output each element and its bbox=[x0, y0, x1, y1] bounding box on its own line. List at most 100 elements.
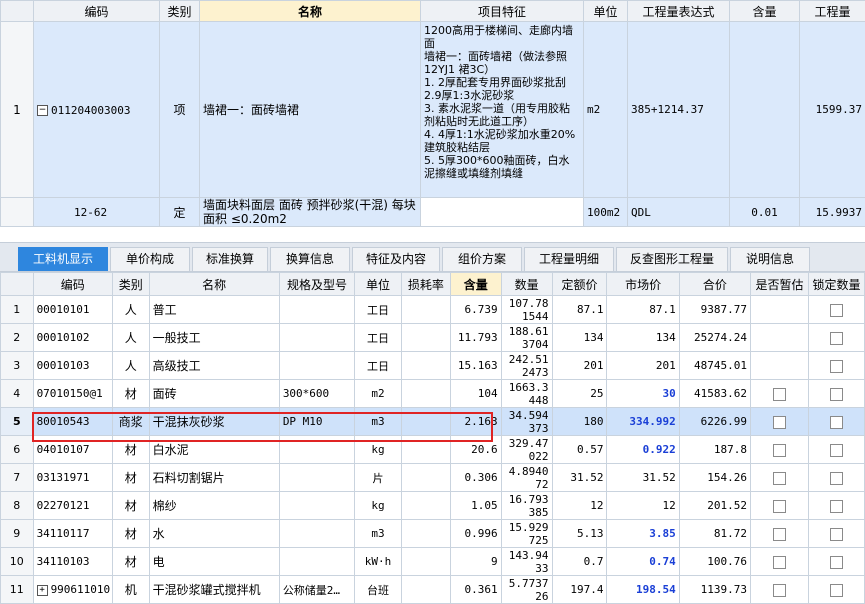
quota-expr[interactable]: QDL bbox=[628, 198, 730, 227]
material-type[interactable]: 商浆 bbox=[112, 408, 149, 436]
material-code[interactable]: 03131971 bbox=[33, 464, 112, 492]
material-market-price[interactable]: 134 bbox=[607, 324, 679, 352]
material-unit[interactable]: 工日 bbox=[355, 296, 402, 324]
top-header-code[interactable]: 编码 bbox=[34, 1, 160, 22]
material-price[interactable]: 180 bbox=[552, 408, 607, 436]
material-loss[interactable] bbox=[401, 352, 450, 380]
material-total[interactable]: 81.72 bbox=[679, 520, 750, 548]
material-market-price[interactable]: 334.992 bbox=[607, 408, 679, 436]
estimate-checkbox[interactable] bbox=[773, 584, 786, 597]
material-code[interactable]: 34110117 bbox=[33, 520, 112, 548]
quota-content[interactable]: 0.01 bbox=[730, 198, 800, 227]
material-type[interactable]: 材 bbox=[112, 464, 149, 492]
estimate-checkbox[interactable] bbox=[773, 556, 786, 569]
material-unit[interactable]: m3 bbox=[355, 520, 402, 548]
material-spec[interactable]: DP M10 bbox=[279, 408, 354, 436]
material-header-type[interactable]: 类别 bbox=[112, 273, 149, 296]
material-row[interactable]: 703131971材石料切割锯片片0.3064.89407231.5231.52… bbox=[1, 464, 865, 492]
material-header-loss[interactable]: 损耗率 bbox=[401, 273, 450, 296]
tab-material-machine[interactable]: 工料机显示 bbox=[18, 247, 108, 271]
item-content[interactable] bbox=[730, 22, 800, 198]
material-code[interactable]: 00010102 bbox=[33, 324, 112, 352]
tab-features-content[interactable]: 特征及内容 bbox=[352, 247, 440, 271]
top-header-type[interactable]: 类别 bbox=[160, 1, 200, 22]
material-spec[interactable] bbox=[279, 324, 354, 352]
material-quantity[interactable]: 188.613704 bbox=[501, 324, 552, 352]
estimate-checkbox[interactable] bbox=[773, 472, 786, 485]
material-name[interactable]: 棉纱 bbox=[149, 492, 279, 520]
material-row[interactable]: 1034110103材电kW·h9143.94330.70.74100.76 bbox=[1, 548, 865, 576]
material-content[interactable]: 11.793 bbox=[450, 324, 501, 352]
material-total[interactable]: 41583.62 bbox=[679, 380, 750, 408]
material-content[interactable]: 0.361 bbox=[450, 576, 501, 604]
lock-checkbox[interactable] bbox=[830, 388, 843, 401]
material-spec[interactable]: 300*600 bbox=[279, 380, 354, 408]
material-market-price[interactable]: 201 bbox=[607, 352, 679, 380]
material-spec[interactable]: 公称储量2… bbox=[279, 576, 354, 604]
expand-icon[interactable]: + bbox=[37, 585, 48, 596]
material-market-price[interactable]: 3.85 bbox=[607, 520, 679, 548]
material-loss[interactable] bbox=[401, 492, 450, 520]
material-content[interactable]: 9 bbox=[450, 548, 501, 576]
material-header-quantity[interactable]: 数量 bbox=[501, 273, 552, 296]
lock-checkbox[interactable] bbox=[830, 472, 843, 485]
lock-checkbox[interactable] bbox=[830, 444, 843, 457]
material-content[interactable]: 0.996 bbox=[450, 520, 501, 548]
material-price[interactable]: 5.13 bbox=[552, 520, 607, 548]
material-unit[interactable]: kg bbox=[355, 436, 402, 464]
material-row[interactable]: 407010150@1材面砖300*600m21041663.344825304… bbox=[1, 380, 865, 408]
material-name[interactable]: 普工 bbox=[149, 296, 279, 324]
material-content[interactable]: 104 bbox=[450, 380, 501, 408]
material-spec[interactable] bbox=[279, 548, 354, 576]
lock-checkbox[interactable] bbox=[830, 304, 843, 317]
material-content[interactable]: 1.05 bbox=[450, 492, 501, 520]
material-name[interactable]: 水 bbox=[149, 520, 279, 548]
material-price[interactable]: 87.1 bbox=[552, 296, 607, 324]
material-total[interactable]: 25274.24 bbox=[679, 324, 750, 352]
material-header-lock[interactable]: 锁定数量 bbox=[808, 273, 864, 296]
material-market-price[interactable]: 198.54 bbox=[607, 576, 679, 604]
material-unit[interactable]: m2 bbox=[355, 380, 402, 408]
material-loss[interactable] bbox=[401, 296, 450, 324]
item-qty[interactable]: 1599.37 bbox=[800, 22, 865, 198]
material-quantity[interactable]: 15.929725 bbox=[501, 520, 552, 548]
quota-code[interactable]: 12-62 bbox=[34, 198, 160, 227]
material-loss[interactable] bbox=[401, 576, 450, 604]
material-total[interactable]: 100.76 bbox=[679, 548, 750, 576]
material-market-price[interactable]: 31.52 bbox=[607, 464, 679, 492]
material-quantity[interactable]: 143.9433 bbox=[501, 548, 552, 576]
material-spec[interactable] bbox=[279, 492, 354, 520]
lock-checkbox[interactable] bbox=[830, 360, 843, 373]
material-row[interactable]: 100010101人普工工日6.739107.78154487.187.1938… bbox=[1, 296, 865, 324]
material-type[interactable]: 材 bbox=[112, 548, 149, 576]
material-loss[interactable] bbox=[401, 436, 450, 464]
lock-checkbox[interactable] bbox=[830, 584, 843, 597]
material-type[interactable]: 材 bbox=[112, 436, 149, 464]
material-total[interactable]: 48745.01 bbox=[679, 352, 750, 380]
material-row[interactable]: 580010543商浆干混抹灰砂浆DP M10m32.16334.5943731… bbox=[1, 408, 865, 436]
material-header-market[interactable]: 市场价 bbox=[607, 273, 679, 296]
material-quantity[interactable]: 242.512473 bbox=[501, 352, 552, 380]
material-header-price[interactable]: 定额价 bbox=[552, 273, 607, 296]
material-unit[interactable]: 工日 bbox=[355, 324, 402, 352]
quota-name[interactable]: 墙面块料面层 面砖 预拌砂浆(干混) 每块面积 ≤0.20m2 bbox=[200, 198, 421, 227]
item-name[interactable]: 墙裙一：面砖墙裙 bbox=[200, 22, 421, 198]
material-header-total[interactable]: 合价 bbox=[679, 273, 750, 296]
item-code-cell[interactable]: −011204003003 bbox=[34, 22, 160, 198]
estimate-checkbox[interactable] bbox=[773, 388, 786, 401]
estimate-checkbox[interactable] bbox=[773, 528, 786, 541]
material-name[interactable]: 面砖 bbox=[149, 380, 279, 408]
top-header-expr[interactable]: 工程量表达式 bbox=[628, 1, 730, 22]
material-quantity[interactable]: 107.781544 bbox=[501, 296, 552, 324]
item-unit[interactable]: m2 bbox=[584, 22, 628, 198]
material-loss[interactable] bbox=[401, 408, 450, 436]
top-header-name[interactable]: 名称 bbox=[200, 1, 421, 22]
material-spec[interactable] bbox=[279, 436, 354, 464]
material-market-price[interactable]: 87.1 bbox=[607, 296, 679, 324]
collapse-icon[interactable]: − bbox=[37, 105, 48, 116]
material-quantity[interactable]: 1663.3448 bbox=[501, 380, 552, 408]
material-header-content[interactable]: 含量 bbox=[450, 273, 501, 296]
material-price[interactable]: 197.4 bbox=[552, 576, 607, 604]
top-row-2[interactable]: 12-62 定 墙面块料面层 面砖 预拌砂浆(干混) 每块面积 ≤0.20m2 … bbox=[1, 198, 865, 227]
material-content[interactable]: 15.163 bbox=[450, 352, 501, 380]
